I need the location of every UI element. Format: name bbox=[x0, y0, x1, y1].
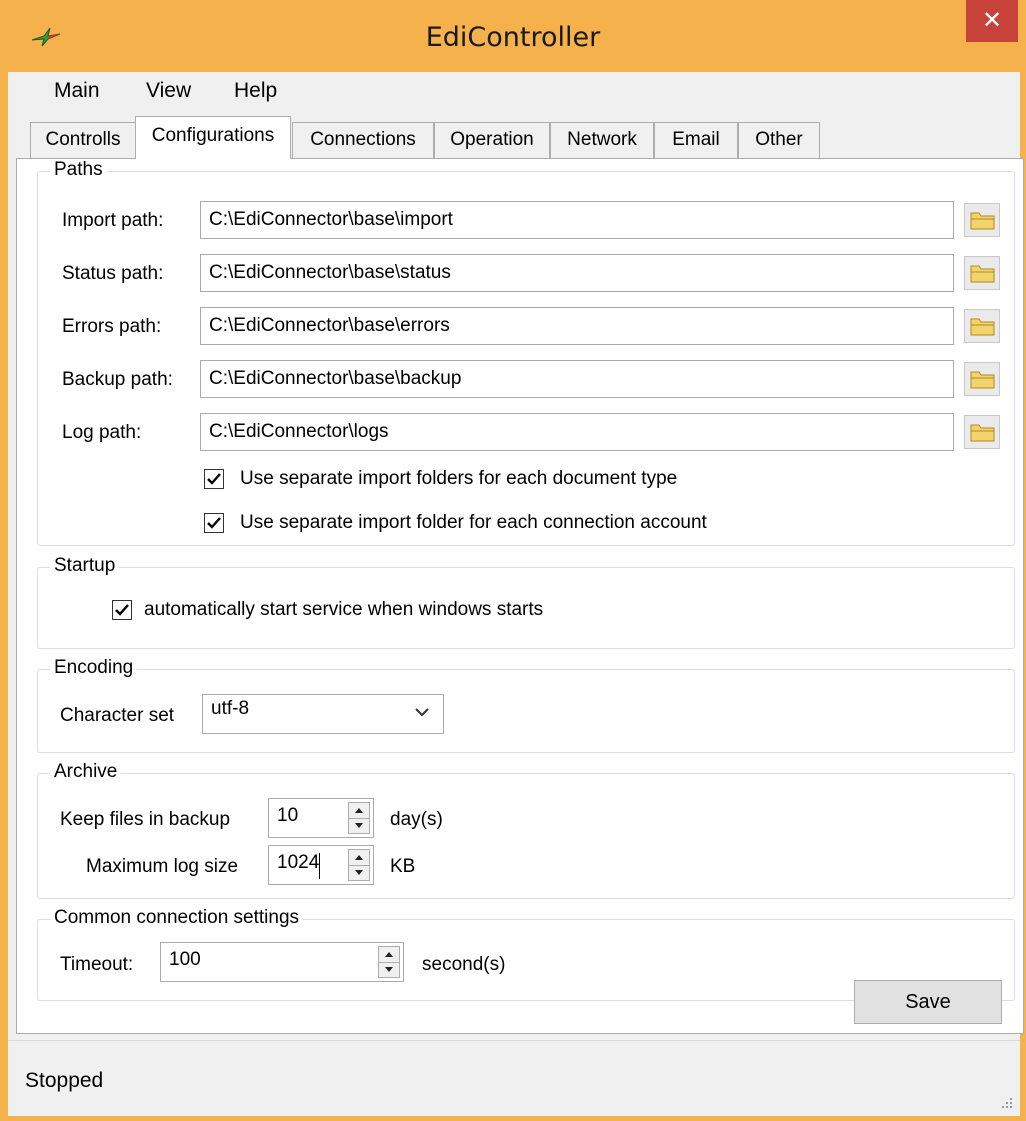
keep-files-value: 10 bbox=[277, 805, 299, 826]
log-path-input[interactable] bbox=[200, 413, 954, 451]
tab-other[interactable]: Other bbox=[738, 122, 820, 158]
folder-icon bbox=[970, 424, 995, 442]
folder-icon bbox=[970, 318, 995, 336]
backup-path-label: Backup path: bbox=[62, 369, 173, 390]
timeout-spinner[interactable]: 100 bbox=[160, 942, 404, 982]
import-path-label: Import path: bbox=[62, 210, 164, 231]
folder-icon bbox=[970, 265, 995, 283]
autostart-checkbox[interactable] bbox=[112, 600, 132, 620]
separate-account-label: Use separate import folder for each conn… bbox=[240, 512, 707, 533]
keep-files-spinner[interactable]: 10 bbox=[268, 798, 374, 838]
max-log-size-unit: KB bbox=[390, 856, 416, 877]
folder-icon bbox=[970, 371, 995, 389]
keep-files-unit: day(s) bbox=[390, 809, 443, 830]
encoding-legend: Encoding bbox=[50, 657, 138, 679]
chevron-down-icon bbox=[415, 708, 429, 717]
separate-doc-type-checkbox[interactable] bbox=[204, 469, 224, 489]
client-area: Main View Help Controlls Configurations … bbox=[8, 72, 1024, 1116]
errors-path-label: Errors path: bbox=[62, 316, 162, 337]
save-button[interactable]: Save bbox=[854, 980, 1002, 1024]
timeout-label: Timeout: bbox=[60, 954, 134, 975]
startup-group: Startup automatically start service when… bbox=[37, 555, 1015, 649]
tab-connections[interactable]: Connections bbox=[292, 122, 434, 158]
checkmark-icon bbox=[115, 604, 129, 616]
arrow-up-icon bbox=[385, 952, 393, 957]
errors-path-input[interactable] bbox=[200, 307, 954, 345]
menu-help[interactable]: Help bbox=[234, 79, 277, 103]
max-log-size-value: 1024 bbox=[277, 852, 320, 873]
import-path-input[interactable] bbox=[200, 201, 954, 239]
connection-settings-legend: Common connection settings bbox=[50, 907, 304, 929]
tab-operation[interactable]: Operation bbox=[434, 122, 550, 158]
autostart-label: automatically start service when windows… bbox=[144, 599, 544, 620]
app-window: EdiController ✕ Main View Help Controlls… bbox=[0, 0, 1026, 1121]
import-browse-button[interactable] bbox=[964, 203, 1000, 237]
tab-email[interactable]: Email bbox=[654, 122, 738, 158]
status-path-input[interactable] bbox=[200, 254, 954, 292]
arrow-up-icon bbox=[355, 808, 363, 813]
menu-main[interactable]: Main bbox=[54, 79, 100, 103]
archive-group: Archive Keep files in backup 10 day(s) M… bbox=[37, 761, 1015, 899]
configurations-panel: Paths Import path: Status path: Errors p… bbox=[16, 158, 1024, 1034]
checkmark-icon bbox=[207, 473, 221, 485]
resize-grip-icon[interactable] bbox=[1000, 1096, 1014, 1110]
status-text: Stopped bbox=[25, 1069, 104, 1092]
archive-legend: Archive bbox=[50, 761, 122, 783]
startup-legend: Startup bbox=[50, 555, 120, 577]
max-log-size-spinner[interactable]: 1024 bbox=[268, 845, 374, 885]
arrow-up-icon bbox=[355, 855, 363, 860]
keep-files-label: Keep files in backup bbox=[60, 809, 231, 830]
separate-account-checkbox[interactable] bbox=[204, 513, 224, 533]
tab-controlls[interactable]: Controlls bbox=[30, 122, 136, 158]
paths-group: Paths Import path: Status path: Errors p… bbox=[37, 159, 1015, 546]
keep-files-stepper[interactable] bbox=[348, 802, 370, 834]
paths-legend: Paths bbox=[50, 159, 107, 181]
status-bar: Stopped bbox=[8, 1040, 1020, 1116]
folder-icon bbox=[970, 212, 995, 230]
status-browse-button[interactable] bbox=[964, 256, 1000, 290]
max-log-size-stepper[interactable] bbox=[348, 849, 370, 881]
log-browse-button[interactable] bbox=[964, 415, 1000, 449]
arrow-down-icon bbox=[355, 823, 363, 828]
status-path-label: Status path: bbox=[62, 263, 164, 284]
menu-view[interactable]: View bbox=[146, 79, 191, 103]
errors-browse-button[interactable] bbox=[964, 309, 1000, 343]
encoding-group: Encoding Character set utf-8 bbox=[37, 657, 1015, 753]
backup-path-input[interactable] bbox=[200, 360, 954, 398]
backup-browse-button[interactable] bbox=[964, 362, 1000, 396]
text-cursor bbox=[319, 853, 320, 879]
arrow-down-icon bbox=[355, 870, 363, 875]
timeout-unit: second(s) bbox=[422, 954, 506, 975]
close-icon: ✕ bbox=[981, 6, 1003, 34]
character-set-select[interactable]: utf-8 bbox=[202, 694, 444, 734]
separate-doc-type-label: Use separate import folders for each doc… bbox=[240, 468, 678, 489]
tab-network[interactable]: Network bbox=[550, 122, 654, 158]
character-set-label: Character set bbox=[60, 705, 175, 726]
menu-bar: Main View Help bbox=[8, 72, 1020, 110]
max-log-size-label: Maximum log size bbox=[86, 856, 239, 877]
tab-configurations[interactable]: Configurations bbox=[135, 116, 291, 159]
checkmark-icon bbox=[207, 517, 221, 529]
character-set-value: utf-8 bbox=[211, 698, 250, 719]
timeout-stepper[interactable] bbox=[378, 946, 400, 978]
timeout-value: 100 bbox=[169, 949, 201, 970]
window-title: EdiController bbox=[425, 22, 601, 53]
log-path-label: Log path: bbox=[62, 422, 142, 443]
title-bar[interactable]: EdiController ✕ bbox=[0, 0, 1026, 72]
close-button[interactable]: ✕ bbox=[966, 0, 1018, 42]
arrow-down-icon bbox=[385, 967, 393, 972]
